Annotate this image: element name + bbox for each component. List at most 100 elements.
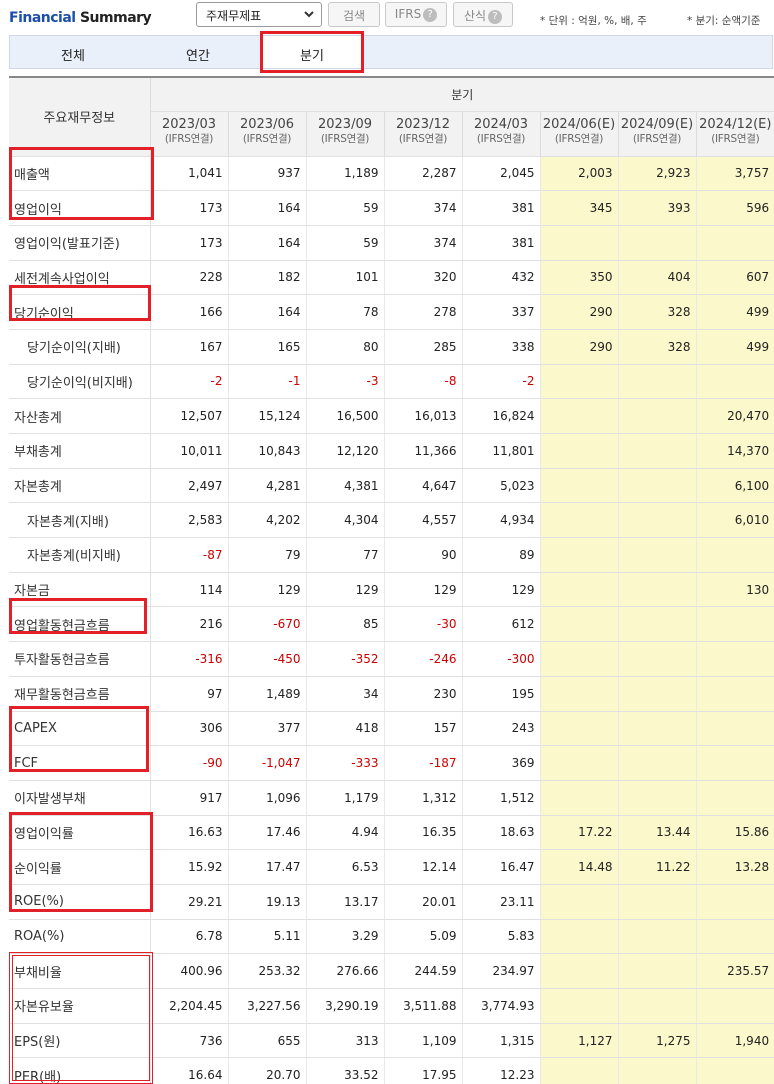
row-label[interactable]: PER(배) <box>9 1057 151 1084</box>
table-cell: 20.01 <box>383 884 462 920</box>
financial-summary-table: 주요재무정보 분기 2023/03 (IFRS연결) 2023/06 (IFRS연결)… <box>9 76 774 1084</box>
row-label[interactable]: 당기순이익 <box>9 294 151 330</box>
table-cell: -2 <box>149 364 228 400</box>
column-header-0: 2023/03 (IFRS연결) <box>149 111 228 157</box>
row-label[interactable]: 자본총계 <box>9 468 151 504</box>
table-cell: 253.32 <box>227 953 306 989</box>
column-basis: (IFRS연결) <box>398 132 448 145</box>
table-cell: 16.47 <box>461 849 540 885</box>
table-cell: 5.11 <box>227 919 306 955</box>
row-label[interactable]: 영업이익률 <box>9 815 151 851</box>
row-label[interactable]: 자본총계(지배) <box>9 502 151 539</box>
row-label[interactable]: 영업이익 <box>9 190 151 226</box>
table-cell: 499 <box>695 329 774 365</box>
row-label[interactable]: 매출액 <box>9 156 151 192</box>
table-cell: 15.86 <box>695 815 774 851</box>
formula-button[interactable]: 산식? <box>453 2 513 27</box>
row-label[interactable]: 당기순이익(비지배) <box>9 364 151 400</box>
table-cell <box>695 641 774 677</box>
table-cell: 234.97 <box>461 953 540 989</box>
period-tabs: 전체 연간 분기 <box>9 35 773 69</box>
table-cell <box>617 468 696 504</box>
row-label[interactable]: 부채비율 <box>9 953 151 989</box>
table-cell: -3 <box>305 364 384 400</box>
row-label[interactable]: EPS(원) <box>9 1023 151 1059</box>
table-cell <box>617 641 696 677</box>
row-label[interactable]: 자본유보율 <box>9 988 151 1024</box>
column-period: 2024/09(E) <box>620 116 694 132</box>
table-cell: 173 <box>149 225 228 261</box>
table-cell <box>617 884 696 920</box>
table-cell: 377 <box>227 711 306 747</box>
table-row: 투자활동현금흐름 -316 -450 -352 -246 -300 <box>9 641 774 677</box>
table-cell <box>617 745 696 781</box>
row-label[interactable]: 세전계속사업이익 <box>9 260 151 296</box>
table-cell <box>617 953 696 989</box>
table-cell: 328 <box>617 329 696 365</box>
table-cell: 33.52 <box>305 1057 384 1084</box>
tab-all[interactable]: 전체 <box>10 36 136 68</box>
table-cell: -30 <box>383 606 462 643</box>
row-label[interactable]: 순이익률 <box>9 849 151 885</box>
table-row: ROA(%) 6.78 5.11 3.29 5.09 5.83 <box>9 919 774 955</box>
row-label[interactable]: FCF <box>9 745 151 781</box>
column-basis: (IFRS연결) <box>242 132 292 145</box>
row-label[interactable]: 부채총계 <box>9 433 151 469</box>
table-cell: 12.23 <box>461 1057 540 1084</box>
row-label[interactable]: 당기순이익(지배) <box>9 329 151 365</box>
statement-type-value: 주재무제표 <box>206 9 262 23</box>
unit-note: * 단위 : 억원, %, 배, 주 <box>540 15 647 27</box>
table-cell: 4,202 <box>227 502 306 539</box>
column-period: 2024/12(E) <box>699 116 772 132</box>
row-label[interactable]: 자본총계(비지배) <box>9 537 151 573</box>
table-cell: 129 <box>227 572 306 608</box>
table-cell <box>695 606 774 643</box>
column-period: 2023/06 <box>239 116 294 132</box>
table-cell: 1,096 <box>227 780 306 816</box>
ifrs-button[interactable]: IFRS? <box>385 2 447 27</box>
table-cell <box>539 364 618 400</box>
table-cell: 20,470 <box>695 398 774 434</box>
table-cell: -2 <box>461 364 540 400</box>
row-label[interactable]: 이자발생부채 <box>9 780 151 816</box>
table-cell: 1,489 <box>227 676 306 712</box>
tab-annual[interactable]: 연간 <box>136 36 260 68</box>
table-cell: -333 <box>305 745 384 781</box>
page-title-part1: Financial <box>9 10 76 26</box>
row-label[interactable]: 영업활동현금흐름 <box>9 606 151 643</box>
table-cell: -1,047 <box>227 745 306 781</box>
table-cell <box>617 502 696 539</box>
table-cell: 2,583 <box>149 502 228 539</box>
row-label[interactable]: 자산총계 <box>9 398 151 434</box>
table-cell: 369 <box>461 745 540 781</box>
table-cell: 1,312 <box>383 780 462 816</box>
tab-quarter[interactable]: 분기 <box>260 36 364 68</box>
table-cell: 381 <box>461 190 540 226</box>
table-cell: 6,010 <box>695 502 774 539</box>
row-label[interactable]: ROE(%) <box>9 884 151 920</box>
table-cell: 12.14 <box>383 849 462 885</box>
table-cell: 2,923 <box>617 156 696 192</box>
table-cell: 243 <box>461 711 540 747</box>
statement-type-select[interactable]: 주재무제표 <box>196 2 322 27</box>
table-cell: 5.83 <box>461 919 540 955</box>
row-label[interactable]: 재무활동현금흐름 <box>9 676 151 712</box>
column-period: 2023/03 <box>161 116 216 132</box>
table-row: 영업이익률 16.63 17.46 4.94 16.35 18.63 17.22 13.44 1… <box>9 815 774 851</box>
table-cell <box>617 433 696 469</box>
row-label[interactable]: 영업이익(발표기준) <box>9 225 151 261</box>
row-label[interactable]: 투자활동현금흐름 <box>9 641 151 677</box>
row-label[interactable]: ROA(%) <box>9 919 151 955</box>
page-title-part2: Summary <box>79 10 152 26</box>
table-cell: 157 <box>383 711 462 747</box>
table-cell: 4,934 <box>461 502 540 539</box>
search-button[interactable]: 검색 <box>328 2 380 27</box>
table-cell <box>617 398 696 434</box>
table-cell: 1,315 <box>461 1023 540 1059</box>
help-icon: ? <box>423 8 438 22</box>
table-cell: 4,557 <box>383 502 462 539</box>
row-label[interactable]: 자본금 <box>9 572 151 608</box>
table-cell: 5.09 <box>383 919 462 955</box>
row-label[interactable]: CAPEX <box>9 711 151 747</box>
column-period: 2023/12 <box>395 116 450 132</box>
